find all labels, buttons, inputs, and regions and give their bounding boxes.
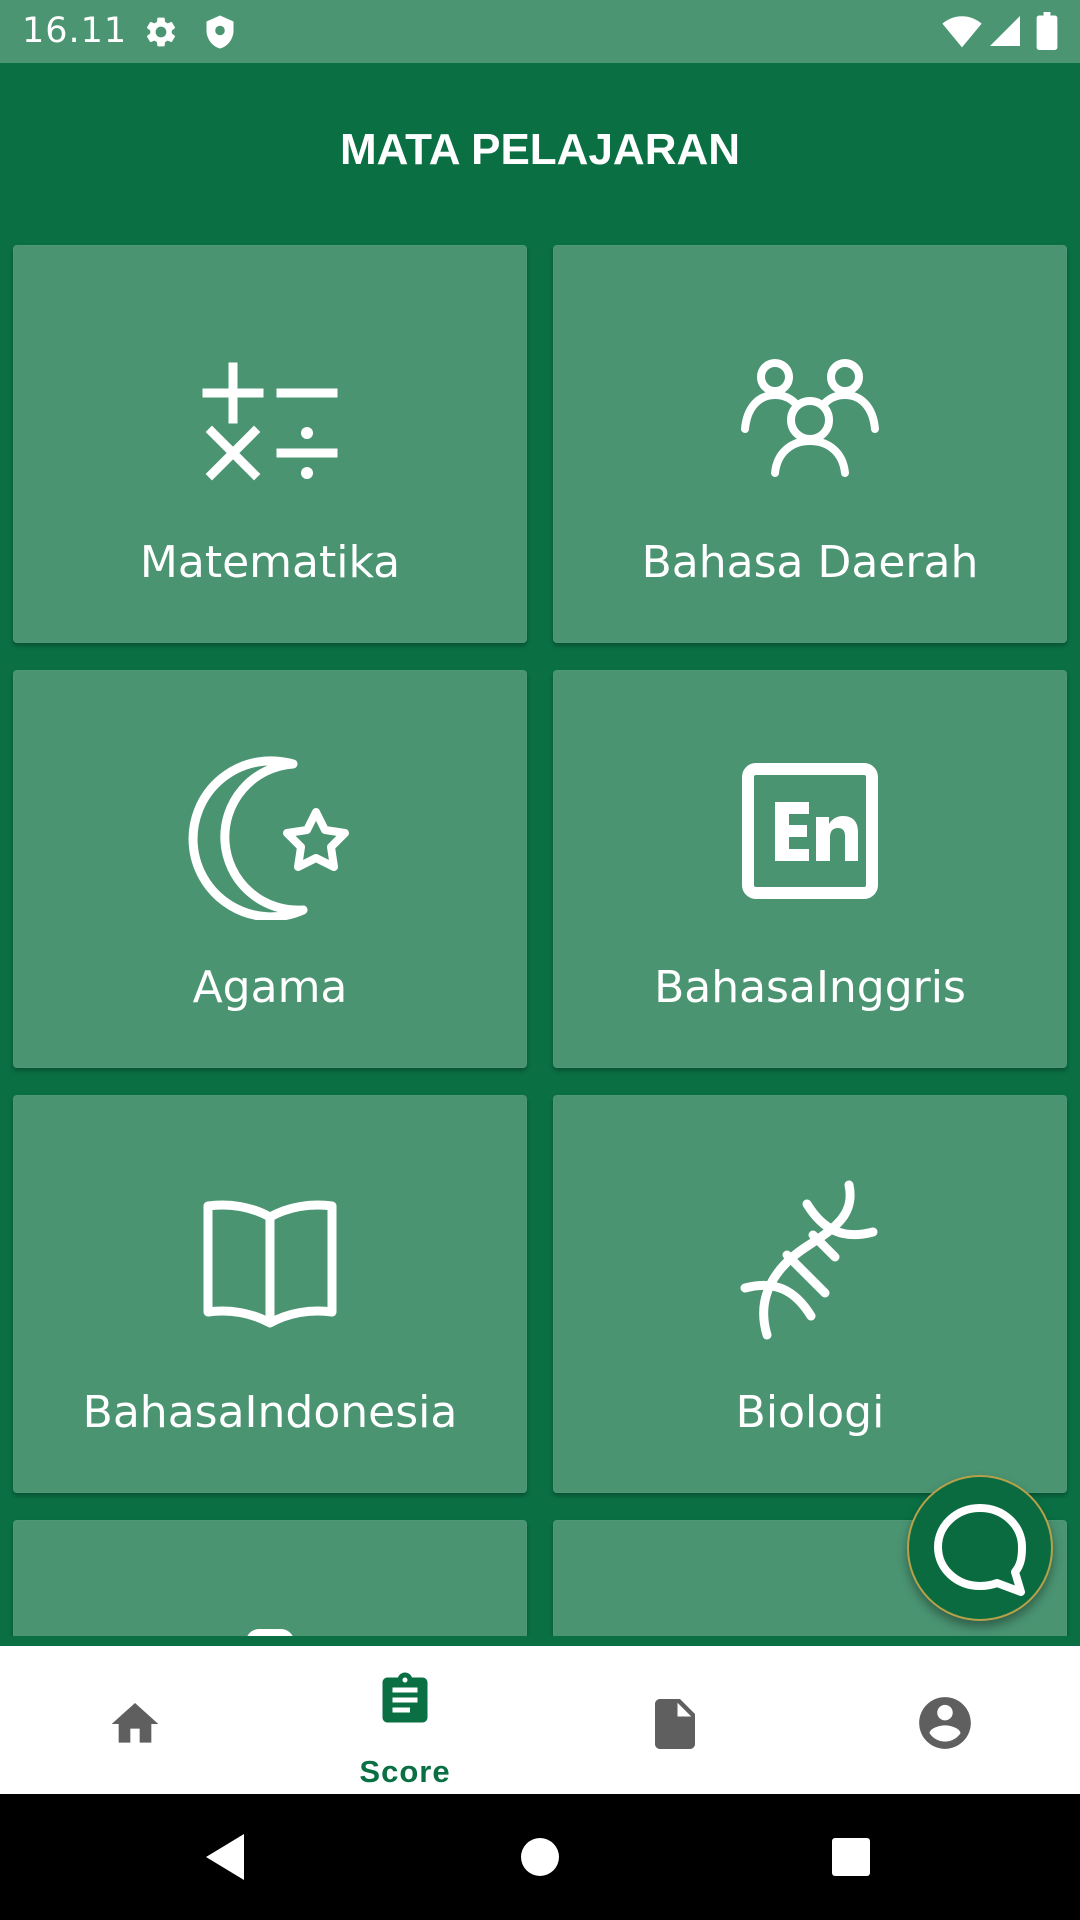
people-group-icon — [741, 359, 879, 477]
english-en-icon — [742, 763, 878, 899]
open-book-icon — [203, 1200, 337, 1328]
subject-card-matematika[interactable]: Matematika — [13, 245, 527, 643]
subject-card-bahasa-inggris[interactable]: BahasaInggris — [553, 670, 1067, 1068]
settings-icon — [146, 17, 176, 47]
math-operators-icon — [202, 362, 338, 481]
page-title: MATA PELAJARAN — [339, 125, 741, 174]
subject-label: Biologi — [735, 1387, 885, 1438]
wifi-icon — [942, 16, 982, 48]
atom-icon — [725, 1600, 895, 1636]
subject-label: Agama — [192, 962, 348, 1013]
status-bar: 16.11 — [0, 0, 1080, 63]
subject-label: Matematika — [139, 537, 401, 588]
crescent-star-icon — [188, 756, 349, 920]
subject-label: BahasaInggris — [654, 962, 966, 1013]
nav-label-score: Score — [359, 1754, 451, 1789]
dna-icon — [740, 1180, 878, 1340]
subject-grid[interactable]: Matematika Bahasa Daerah Agama BahasaIng… — [0, 240, 1080, 1636]
app-header: MATA PELAJARAN — [0, 63, 1080, 240]
system-navigation-bar — [0, 1794, 1080, 1920]
nav-home[interactable] — [0, 1646, 270, 1794]
back-icon[interactable] — [200, 1794, 250, 1920]
flask-icon — [248, 1629, 292, 1636]
home-icon — [111, 1703, 159, 1743]
nav-profile[interactable] — [810, 1646, 1080, 1794]
account-icon — [919, 1697, 971, 1749]
subject-label: Bahasa Daerah — [641, 537, 979, 588]
subject-card-biologi[interactable]: Biologi — [553, 1095, 1067, 1493]
nav-documents[interactable] — [540, 1646, 810, 1794]
subject-label: BahasaIndonesia — [82, 1387, 458, 1438]
signal-icon — [990, 16, 1020, 46]
subject-card-bahasa-daerah[interactable]: Bahasa Daerah — [553, 245, 1067, 643]
bottom-navigation: Score — [0, 1646, 1080, 1794]
document-icon — [655, 1699, 695, 1749]
subject-card-bahasa-indonesia[interactable]: BahasaIndonesia — [13, 1095, 527, 1493]
home-circle-icon[interactable] — [517, 1794, 563, 1920]
subject-card-agama[interactable]: Agama — [13, 670, 527, 1068]
chat-bubble-icon — [934, 1504, 1026, 1596]
shield-icon — [206, 15, 234, 49]
chat-fab-button[interactable] — [907, 1475, 1053, 1621]
nav-score[interactable]: Score — [270, 1646, 540, 1794]
subject-card-7[interactable] — [13, 1520, 527, 1636]
clipboard-icon — [382, 1672, 428, 1723]
battery-icon — [1036, 12, 1058, 50]
recents-icon[interactable] — [829, 1794, 873, 1920]
status-time: 16.11 — [22, 11, 128, 51]
